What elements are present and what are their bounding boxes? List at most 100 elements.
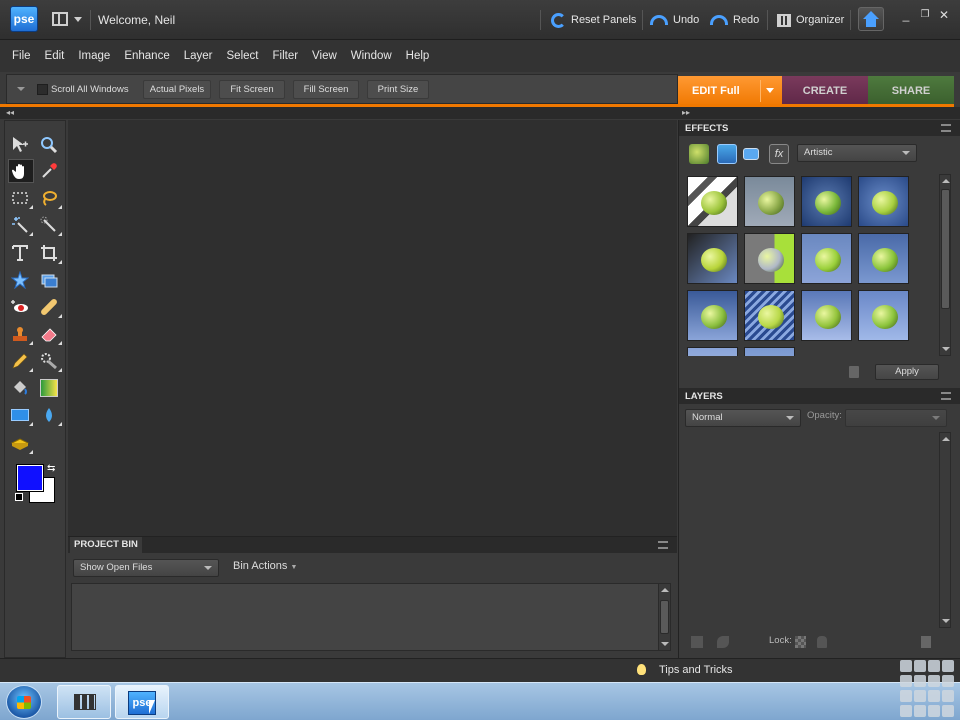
- home-button[interactable]: [858, 7, 884, 31]
- effect-thumbnail[interactable]: [858, 233, 909, 284]
- scroll-down-icon[interactable]: [661, 642, 669, 646]
- foreground-color-swatch[interactable]: [16, 464, 44, 492]
- blend-mode-dropdown[interactable]: Normal: [685, 409, 801, 427]
- apply-button[interactable]: Apply: [875, 364, 939, 380]
- scroll-up-icon[interactable]: [661, 588, 669, 592]
- scroll-down-icon[interactable]: [942, 619, 950, 623]
- tab-create[interactable]: CREATE: [782, 76, 868, 106]
- lock-all-icon[interactable]: [817, 636, 827, 648]
- quick-selection-tool[interactable]: [37, 213, 63, 237]
- tips-and-tricks-link[interactable]: Tips and Tricks: [659, 664, 733, 676]
- move-tool[interactable]: [8, 133, 34, 157]
- lock-transparency-icon[interactable]: [795, 636, 806, 648]
- effect-thumbnail[interactable]: [744, 176, 795, 227]
- layers-list[interactable]: [685, 432, 945, 628]
- gradient-tool[interactable]: [37, 376, 63, 400]
- new-layer-icon[interactable]: [691, 636, 703, 648]
- collapse-toolbox-icon[interactable]: ◂◂: [6, 109, 14, 117]
- panel-menu-icon[interactable]: [941, 392, 951, 400]
- fit-screen-button[interactable]: Fit Screen: [219, 80, 285, 99]
- reset-panels-button[interactable]: Reset Panels: [551, 10, 636, 30]
- menu-window[interactable]: Window: [351, 50, 392, 62]
- effect-thumbnail[interactable]: [744, 290, 795, 341]
- taskbar-photoshop-elements[interactable]: pse: [115, 685, 169, 719]
- actual-pixels-button[interactable]: Actual Pixels: [143, 80, 211, 99]
- sponge-tool[interactable]: [8, 431, 34, 455]
- redo-button[interactable]: Redo: [710, 10, 759, 30]
- scroll-down-icon[interactable]: [942, 347, 950, 351]
- layer-styles-icon[interactable]: [717, 144, 737, 164]
- clone-stamp-tool[interactable]: [8, 322, 34, 346]
- panel-menu-icon[interactable]: [941, 124, 951, 132]
- start-button[interactable]: [6, 685, 42, 719]
- menu-image[interactable]: Image: [78, 50, 110, 62]
- paint-bucket-tool[interactable]: [8, 376, 34, 400]
- rectangular-marquee-tool[interactable]: [8, 186, 34, 210]
- menu-view[interactable]: View: [312, 50, 337, 62]
- photo-effects-icon[interactable]: [743, 148, 759, 160]
- chevron-down-icon[interactable]: [766, 88, 774, 93]
- effect-thumbnail[interactable]: [744, 233, 795, 284]
- lasso-tool[interactable]: [37, 186, 63, 210]
- delete-layer-icon[interactable]: [921, 636, 931, 648]
- effects-category-dropdown[interactable]: Artistic: [797, 144, 917, 162]
- restore-button[interactable]: ❐: [918, 8, 932, 22]
- adjustment-layer-icon[interactable]: [717, 636, 729, 648]
- tab-share[interactable]: SHARE: [868, 76, 954, 106]
- close-button[interactable]: ✕: [937, 8, 951, 22]
- bin-actions-menu[interactable]: Bin Actions ▼: [233, 560, 297, 572]
- straighten-tool[interactable]: [37, 268, 63, 292]
- magic-wand-tool[interactable]: [8, 213, 34, 237]
- delete-effect-icon[interactable]: [849, 366, 859, 378]
- tab-edit-full[interactable]: EDIT Full: [678, 76, 782, 106]
- swap-colors-icon[interactable]: ⇆: [47, 463, 55, 474]
- panel-menu-icon[interactable]: [658, 541, 668, 549]
- default-colors-icon[interactable]: [15, 493, 23, 501]
- menu-help[interactable]: Help: [406, 50, 430, 62]
- scroll-all-windows-checkbox[interactable]: [37, 84, 48, 95]
- scrollbar-thumb[interactable]: [941, 189, 950, 309]
- effect-thumbnail[interactable]: [801, 290, 852, 341]
- show-files-dropdown[interactable]: Show Open Files: [73, 559, 219, 577]
- red-eye-tool[interactable]: [8, 295, 34, 319]
- hand-tool[interactable]: [8, 159, 34, 183]
- effect-thumbnail[interactable]: [858, 290, 909, 341]
- effect-thumbnail[interactable]: [858, 176, 909, 227]
- document-canvas-area[interactable]: [68, 120, 677, 536]
- crop-tool[interactable]: [37, 241, 63, 265]
- scroll-up-icon[interactable]: [942, 437, 950, 441]
- smart-brush-tool[interactable]: [37, 349, 63, 373]
- type-tool[interactable]: [8, 241, 34, 265]
- fill-screen-button[interactable]: Fill Screen: [293, 80, 359, 99]
- menu-file[interactable]: File: [12, 50, 31, 62]
- layout-button[interactable]: [52, 11, 82, 29]
- pencil-tool[interactable]: [8, 349, 34, 373]
- scrollbar-thumb[interactable]: [660, 600, 669, 634]
- effect-thumbnail[interactable]: [687, 347, 738, 356]
- filters-icon[interactable]: [689, 144, 709, 164]
- eyedropper-tool[interactable]: [37, 159, 63, 183]
- effect-thumbnail[interactable]: [687, 176, 738, 227]
- shape-tool[interactable]: [8, 403, 34, 427]
- scroll-up-icon[interactable]: [942, 179, 950, 183]
- menu-enhance[interactable]: Enhance: [124, 50, 169, 62]
- fx-all-icon[interactable]: fx: [769, 144, 789, 164]
- blur-tool[interactable]: [37, 403, 63, 427]
- undo-button[interactable]: Undo: [650, 10, 699, 30]
- effects-scrollbar[interactable]: [939, 174, 951, 356]
- layers-scrollbar[interactable]: [939, 432, 951, 628]
- opacity-field[interactable]: [845, 409, 947, 427]
- menu-layer[interactable]: Layer: [184, 50, 213, 62]
- effect-thumbnail[interactable]: [801, 176, 852, 227]
- collapse-panels-icon[interactable]: ▸▸: [682, 109, 690, 117]
- zoom-tool[interactable]: [37, 133, 63, 157]
- spot-healing-brush-tool[interactable]: [37, 295, 63, 319]
- taskbar-organizer[interactable]: [57, 685, 111, 719]
- tool-preset-arrow-icon[interactable]: [17, 87, 25, 91]
- print-size-button[interactable]: Print Size: [367, 80, 429, 99]
- project-bin-files-area[interactable]: [71, 583, 671, 651]
- effect-thumbnail[interactable]: [744, 347, 795, 356]
- menu-filter[interactable]: Filter: [272, 50, 298, 62]
- eraser-tool[interactable]: [37, 322, 63, 346]
- minimize-button[interactable]: _: [899, 8, 913, 22]
